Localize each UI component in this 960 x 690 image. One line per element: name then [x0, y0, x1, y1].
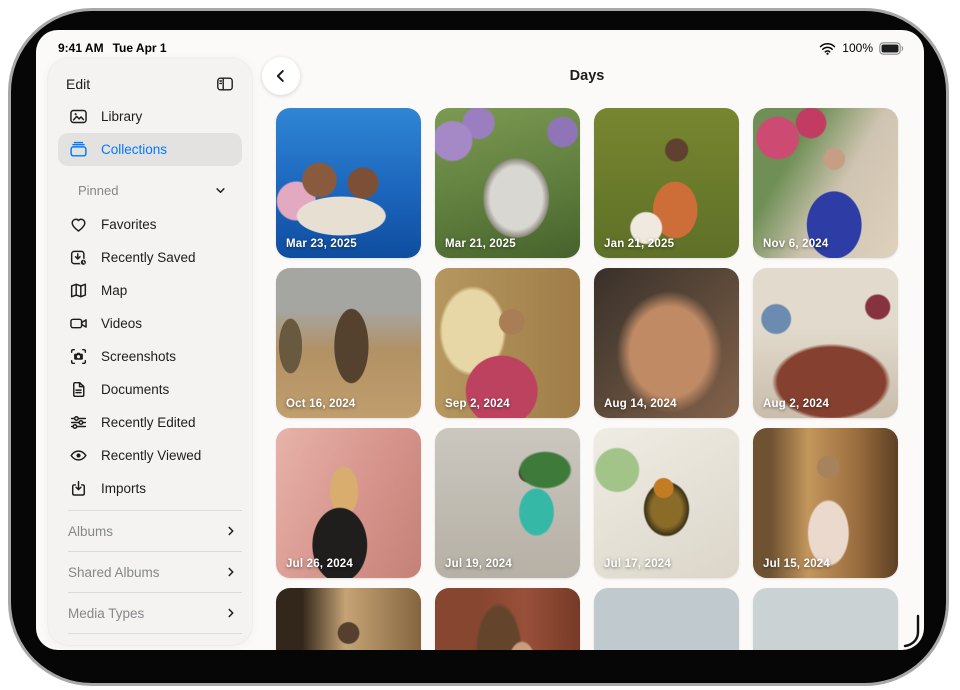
sidebar-toggle-button[interactable]	[214, 74, 236, 94]
photo-tile[interactable]: Jul 26, 2024	[276, 428, 421, 578]
sliders-icon	[68, 412, 89, 433]
ipad-screen: 9:41 AM Tue Apr 1 100%	[36, 30, 924, 650]
sidebar-item-label: Library	[101, 109, 142, 124]
photo-date-label: Nov 6, 2024	[763, 238, 829, 250]
heart-icon	[68, 214, 89, 235]
sidebar-item-label: Recently Viewed	[101, 448, 201, 463]
sidebar-item-favorites[interactable]: Favorites	[58, 208, 242, 241]
photo-tile[interactable]: Aug 2, 2024	[753, 268, 898, 418]
sidebar-item-recently-viewed[interactable]: Recently Viewed	[58, 439, 242, 472]
sidebar-item-recently-edited[interactable]: Recently Edited	[58, 406, 242, 439]
sidebar-footer: Albums Shared Albums Media T	[48, 510, 252, 634]
sidebar-item-imports[interactable]: Imports	[58, 472, 242, 505]
chevron-right-icon	[224, 565, 238, 579]
photo-tile[interactable]: Sep 2, 2024	[435, 268, 580, 418]
battery-icon	[879, 42, 904, 55]
screenshot-stage: 9:41 AM Tue Apr 1 100%	[0, 0, 960, 690]
sidebar-item-label: Collections	[101, 142, 167, 157]
recently-saved-icon	[68, 247, 89, 268]
chevron-down-icon	[213, 183, 228, 198]
sidebar-item-label: Albums	[68, 524, 113, 539]
sidebar-item-label: Media Types	[68, 606, 144, 621]
photos-library-icon	[68, 106, 89, 127]
photo-date-label: Jul 15, 2024	[763, 558, 830, 570]
sidebar-item-label: Map	[101, 283, 127, 298]
sidebar-item-label: Recently Edited	[101, 415, 196, 430]
map-icon	[68, 280, 89, 301]
photo-tile[interactable]: Mar 23, 2025	[276, 108, 421, 258]
photo-tile[interactable]	[276, 588, 421, 650]
collections-icon	[68, 139, 89, 160]
photo-date-label: Jan 21, 2025	[604, 238, 674, 250]
eye-icon	[68, 445, 89, 466]
sidebar-item-label: Documents	[101, 382, 169, 397]
chevron-right-icon	[224, 606, 238, 620]
photo-tile[interactable]	[594, 588, 739, 650]
photo-tile[interactable]: Jul 15, 2024	[753, 428, 898, 578]
sidebar-item-albums[interactable]: Albums	[48, 511, 252, 551]
photo-tile[interactable]: Mar 21, 2025	[435, 108, 580, 258]
pinned-section-label: Pinned	[78, 183, 118, 198]
sidebar-item-label: Imports	[101, 481, 146, 496]
sidebar-item-documents[interactable]: Documents	[58, 373, 242, 406]
sidebar-section-pinned[interactable]: Pinned	[58, 178, 242, 202]
sidebar-item-videos[interactable]: Videos	[58, 307, 242, 340]
divider	[68, 633, 242, 634]
photo-tile[interactable]: Oct 16, 2024	[276, 268, 421, 418]
sidebar-item-shared-albums[interactable]: Shared Albums	[48, 552, 252, 592]
photo-tile[interactable]	[753, 588, 898, 650]
photo-date-label: Jul 19, 2024	[445, 558, 512, 570]
sidebar-item-screenshots[interactable]: Screenshots	[58, 340, 242, 373]
photo-date-label: Jul 17, 2024	[604, 558, 671, 570]
sidebar-item-media-types[interactable]: Media Types	[48, 593, 252, 633]
edit-button[interactable]: Edit	[66, 76, 90, 92]
wifi-icon	[819, 42, 836, 55]
photo-date-label: Aug 2, 2024	[763, 398, 829, 410]
chevron-right-icon	[224, 524, 238, 538]
photo-date-label: Mar 23, 2025	[286, 238, 357, 250]
sidebar-item-library[interactable]: Library	[58, 100, 242, 133]
photo-tile[interactable]: Aug 14, 2024	[594, 268, 739, 418]
photo-date-label: Mar 21, 2025	[445, 238, 516, 250]
document-icon	[68, 379, 89, 400]
status-date: Tue Apr 1	[113, 41, 167, 55]
days-photo-grid: Mar 23, 2025 Mar 21, 2025 Jan 21, 2025 N…	[276, 108, 898, 650]
photo-tile[interactable]: Jan 21, 2025	[594, 108, 739, 258]
corner-curl-decoration	[902, 614, 924, 650]
sidebar-item-label: Favorites	[101, 217, 157, 232]
photo-date-label: Sep 2, 2024	[445, 398, 510, 410]
sidebar-item-label: Screenshots	[101, 349, 176, 364]
sidebar-item-map[interactable]: Map	[58, 274, 242, 307]
import-icon	[68, 478, 89, 499]
battery-percent: 100%	[842, 41, 873, 55]
page-title: Days	[276, 68, 898, 84]
sidebar-nav: Library Collections Pin	[48, 100, 252, 505]
status-bar: 9:41 AM Tue Apr 1 100%	[36, 30, 924, 60]
photo-tile[interactable]: Jul 19, 2024	[435, 428, 580, 578]
video-camera-icon	[68, 313, 89, 334]
photo-date-label: Oct 16, 2024	[286, 398, 356, 410]
ipad-device-frame: 9:41 AM Tue Apr 1 100%	[8, 8, 949, 686]
sidebar-item-label: Shared Albums	[68, 565, 160, 580]
photo-tile[interactable]: Jul 17, 2024	[594, 428, 739, 578]
screenshots-icon	[68, 346, 89, 367]
sidebar-item-recently-saved[interactable]: Recently Saved	[58, 241, 242, 274]
sidebar-item-label: Recently Saved	[101, 250, 196, 265]
sidebar-header: Edit	[48, 58, 252, 100]
sidebar-item-collections[interactable]: Collections	[58, 133, 242, 166]
photo-date-label: Jul 26, 2024	[286, 558, 353, 570]
photo-tile[interactable]	[435, 588, 580, 650]
status-time: 9:41 AM	[58, 41, 104, 55]
sidebar: Edit	[48, 58, 252, 645]
photo-tile[interactable]: Nov 6, 2024	[753, 108, 898, 258]
sidebar-item-label: Videos	[101, 316, 142, 331]
photo-date-label: Aug 14, 2024	[604, 398, 677, 410]
